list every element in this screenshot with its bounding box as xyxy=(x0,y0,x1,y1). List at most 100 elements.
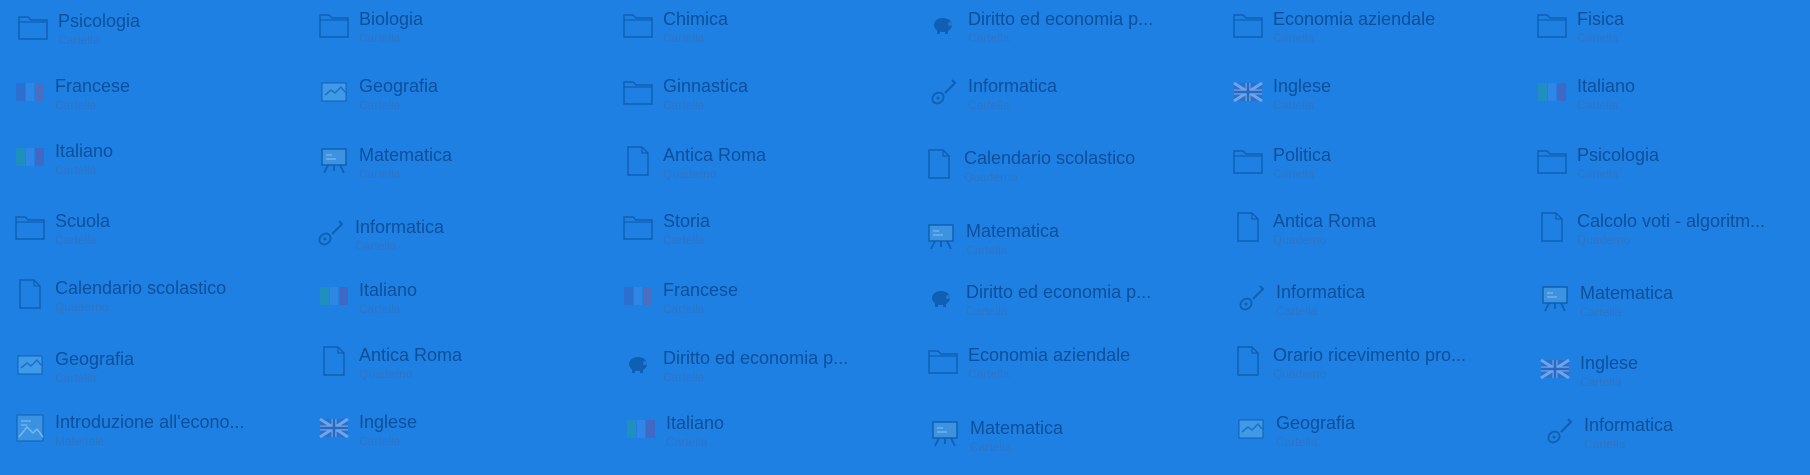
grid-item[interactable]: Informatica Cartella xyxy=(1234,281,1524,339)
grid-item[interactable]: Economia aziendale Cartella xyxy=(1231,8,1521,66)
item-type: Cartella xyxy=(55,163,97,177)
item-type: Cartella xyxy=(966,304,1008,318)
item-label: Matematica xyxy=(970,418,1064,438)
grid-item[interactable]: Geografia Cartella xyxy=(13,348,303,406)
flag-italy-icon xyxy=(13,140,47,174)
item-label: Introduzione all'econo... xyxy=(55,412,245,432)
grid-item[interactable]: Italiano Cartella xyxy=(317,279,607,337)
flag-italy-icon xyxy=(317,279,351,313)
grid-item[interactable]: Calendario scolastico Quaderno xyxy=(922,147,1212,205)
guitar-icon xyxy=(313,216,347,250)
item-type: Cartella xyxy=(663,31,705,45)
blackboard-icon xyxy=(317,144,351,178)
item-label: Scuola xyxy=(55,211,111,231)
item-label: Informatica xyxy=(1584,415,1674,435)
item-type: Cartella xyxy=(663,302,705,316)
grid-item[interactable]: Psicologia Cartella xyxy=(16,10,306,68)
item-type: Cartella xyxy=(1580,305,1622,319)
flag-france-icon xyxy=(13,75,47,109)
image-icon xyxy=(13,411,47,445)
item-type: Cartella xyxy=(355,239,397,253)
flag-italy-icon xyxy=(1535,75,1569,109)
item-label: Antica Roma xyxy=(1273,211,1377,231)
document-icon xyxy=(1535,210,1569,244)
item-type: Cartella xyxy=(1273,98,1315,112)
grid-item[interactable]: Italiano Cartella xyxy=(13,140,303,198)
item-type: Cartella xyxy=(55,371,97,385)
grid-item[interactable]: Matematica Cartella xyxy=(924,220,1214,278)
item-label: Diritto ed economia p... xyxy=(663,348,849,368)
grid-item[interactable]: Informatica Cartella xyxy=(1542,414,1810,472)
folder-icon xyxy=(621,210,655,244)
grid-item[interactable]: Politica Cartella xyxy=(1231,144,1521,202)
item-label: Economia aziendale xyxy=(968,345,1131,365)
item-type: Cartella xyxy=(970,440,1012,454)
item-label: Inglese xyxy=(1273,76,1332,96)
item-label: Biologia xyxy=(359,9,424,29)
grid-item[interactable]: Informatica Cartella xyxy=(313,216,603,274)
document-icon xyxy=(13,277,47,311)
document-icon xyxy=(1231,344,1265,378)
item-label: Psicologia xyxy=(58,11,141,31)
grid-item[interactable]: Calendario scolastico Quaderno xyxy=(13,277,303,335)
grid-item[interactable]: Psicologia Cartella xyxy=(1535,144,1810,202)
grid-item[interactable]: Orario ricevimento pro... Quaderno xyxy=(1231,344,1521,402)
item-type: Quaderno xyxy=(1273,233,1327,247)
grid-item[interactable]: Geografia Cartella xyxy=(1234,412,1524,470)
item-label: Matematica xyxy=(1580,283,1674,303)
grid-item[interactable]: Diritto ed economia p... Cartella xyxy=(621,347,911,405)
grid-item[interactable]: Calcolo voti - algoritm... Quaderno xyxy=(1535,210,1810,268)
item-type: Cartella xyxy=(663,98,705,112)
flag-uk-icon xyxy=(317,411,351,445)
grid-item[interactable]: Inglese Cartella xyxy=(1538,352,1810,410)
grid-item[interactable]: Geografia Cartella xyxy=(317,75,607,133)
grid-item[interactable]: Antica Roma Quaderno xyxy=(1231,210,1521,268)
grid-item[interactable]: Inglese Cartella xyxy=(1231,75,1521,133)
grid-item[interactable]: Italiano Cartella xyxy=(624,412,914,470)
grid-item[interactable]: Francese Cartella xyxy=(621,279,911,337)
grid-item[interactable]: Matematica Cartella xyxy=(317,144,607,202)
item-label: Francese xyxy=(663,280,739,300)
item-label: Italiano xyxy=(55,141,114,161)
item-label: Francese xyxy=(55,76,131,96)
flag-uk-icon xyxy=(1538,352,1572,386)
item-label: Informatica xyxy=(355,217,445,237)
grid-item[interactable]: Italiano Cartella xyxy=(1535,75,1810,133)
grid-item[interactable]: Scuola Cartella xyxy=(13,210,303,268)
item-label: Politica xyxy=(1273,145,1332,165)
folder-icon xyxy=(1535,8,1569,42)
grid-item[interactable]: Fisica Cartella xyxy=(1535,8,1810,66)
item-label: Italiano xyxy=(1577,76,1636,96)
grid-item[interactable]: Economia aziendale Cartella xyxy=(926,344,1216,402)
grid-item[interactable]: Matematica Cartella xyxy=(928,417,1218,475)
folder-icon xyxy=(1231,144,1265,178)
grid-item[interactable]: Antica Roma Quaderno xyxy=(317,344,607,402)
item-label: Geografia xyxy=(1276,413,1356,433)
item-type: Quaderno xyxy=(1577,233,1631,247)
grid-item[interactable]: Ginnastica Cartella xyxy=(621,75,911,133)
item-type: Cartella xyxy=(55,98,97,112)
grid-item[interactable]: Biologia Cartella xyxy=(317,8,607,66)
item-type: Cartella xyxy=(1276,304,1318,318)
grid-item[interactable]: Antica Roma Quaderno xyxy=(621,144,911,202)
map-icon xyxy=(13,348,47,382)
item-type: Cartella xyxy=(359,98,401,112)
item-label: Geografia xyxy=(55,349,135,369)
map-icon xyxy=(1234,412,1268,446)
grid-item[interactable]: Storia Cartella xyxy=(621,210,911,268)
folder-icon xyxy=(621,8,655,42)
flag-uk-icon xyxy=(1231,75,1265,109)
item-label: Matematica xyxy=(359,145,453,165)
grid-item[interactable]: Chimica Cartella xyxy=(621,8,911,66)
item-label: Italiano xyxy=(359,280,418,300)
item-label: Calendario scolastico xyxy=(964,148,1136,168)
grid-item[interactable]: Francese Cartella xyxy=(13,75,303,133)
grid-item[interactable]: Matematica Cartella xyxy=(1538,282,1810,340)
grid-item[interactable]: Introduzione all'econo... Materiale xyxy=(13,411,303,469)
grid-item[interactable]: Informatica Cartella xyxy=(926,75,1216,133)
grid-item[interactable]: Diritto ed economia p... Cartella xyxy=(924,281,1214,339)
grid-item[interactable]: Diritto ed economia p... Cartella xyxy=(926,8,1216,66)
item-type: Cartella xyxy=(966,243,1008,257)
item-type: Cartella xyxy=(968,31,1010,45)
grid-item[interactable]: Inglese Cartella xyxy=(317,411,607,469)
